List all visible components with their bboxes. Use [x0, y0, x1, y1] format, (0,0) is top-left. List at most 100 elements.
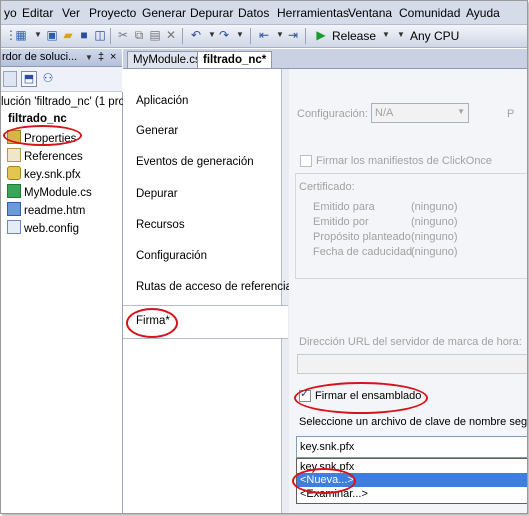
navigate-dropdown-icon[interactable]: ▼: [273, 28, 287, 42]
document-tabs: MyModule.cs filtrado_nc*: [123, 49, 527, 69]
save-all-icon[interactable]: ◫: [93, 28, 107, 42]
close-icon[interactable]: ×: [110, 51, 116, 63]
cert-expiry-value: (ninguno): [411, 246, 458, 258]
solution-configuration-select[interactable]: Release: [332, 29, 376, 43]
annotation-circle-sign-assembly: [294, 382, 428, 414]
tree-item-label: References: [24, 151, 83, 163]
references-folder-icon: [7, 148, 21, 162]
solution-explorer-title-text: rdor de soluci...: [2, 51, 78, 63]
nav-recursos[interactable]: Recursos: [136, 219, 185, 231]
paste-icon[interactable]: ▤: [148, 28, 162, 42]
cert-issued-to-value: (ninguno): [411, 201, 458, 213]
redo-icon[interactable]: ↷: [217, 28, 231, 42]
toolbar-separator: [250, 28, 251, 44]
nav-depurar[interactable]: Depurar: [136, 188, 178, 200]
menu-proyecto[interactable]: Proyecto: [89, 6, 136, 20]
menu-datos[interactable]: Datos: [238, 6, 269, 20]
menu-ventana[interactable]: Ventana: [348, 6, 392, 20]
menu-depurar[interactable]: Depurar: [190, 6, 233, 20]
add-item-icon[interactable]: ▣: [45, 28, 59, 42]
tree-item-webconfig[interactable]: web.config: [7, 220, 79, 235]
undo-icon[interactable]: ↶: [189, 28, 203, 42]
save-icon[interactable]: ■: [77, 28, 91, 42]
html-file-icon: [7, 202, 21, 216]
tree-item-references[interactable]: References: [7, 148, 83, 163]
window-dropdown-icon[interactable]: ▼: [85, 53, 93, 62]
class-diagram-icon[interactable]: ⚇: [41, 71, 55, 85]
key-file-icon: [7, 166, 21, 180]
toolbar-separator: [305, 28, 306, 44]
toolbar-separator: [182, 28, 183, 44]
new-project-icon[interactable]: ▦: [14, 28, 28, 42]
tree-item-readme[interactable]: readme.htm: [7, 202, 85, 217]
tab-filtrado-nc[interactable]: filtrado_nc*: [197, 51, 273, 68]
signing-page: Configuración: N/A ▼ P Firmar los manifi…: [289, 69, 527, 513]
configuration-dropdown-icon[interactable]: ▼: [379, 28, 393, 42]
configuration-value: N/A: [375, 107, 394, 119]
cert-issued-to-label: Emitido para: [313, 201, 375, 213]
tree-item-label: MyModule.cs: [24, 187, 92, 199]
dropdown-arrow-icon[interactable]: ▼: [31, 28, 45, 42]
certificate-label: Certificado:: [299, 181, 355, 193]
redo-dropdown-icon[interactable]: ▼: [233, 28, 247, 42]
project-properties: Aplicación Generar Eventos de generación…: [123, 69, 527, 513]
menu-ayuda[interactable]: Ayuda: [466, 6, 500, 20]
configuration-combo[interactable]: N/A ▼: [371, 103, 469, 123]
menu-herramientas[interactable]: Herramientas: [277, 6, 349, 20]
project-node[interactable]: filtrado_nc: [8, 113, 67, 125]
refresh-icon[interactable]: [3, 71, 17, 87]
platform-label: P: [507, 108, 515, 120]
menu-ver[interactable]: Ver: [62, 6, 80, 20]
annotation-circle-properties: [3, 125, 82, 146]
copy-icon[interactable]: ⧉: [132, 28, 146, 42]
menu-generar[interactable]: Generar: [142, 6, 186, 20]
delete-icon[interactable]: ✕: [164, 28, 178, 42]
cut-icon[interactable]: ✂: [116, 28, 130, 42]
cert-purpose-value: (ninguno): [411, 231, 458, 243]
keyfile-label: Seleccione un archivo de clave de nombre…: [299, 416, 528, 428]
pin-icon[interactable]: ‡: [98, 51, 104, 63]
cert-issued-by-value: (ninguno): [411, 216, 458, 228]
keyfile-combo[interactable]: key.snk.pfx: [296, 436, 527, 458]
open-folder-icon[interactable]: ▰: [61, 28, 75, 42]
show-all-files-icon[interactable]: ⬒: [21, 71, 37, 87]
solution-explorer-title: rdor de soluci... ▼ ‡ ×: [1, 49, 122, 67]
nav-eventos-generacion[interactable]: Eventos de generación: [136, 156, 254, 168]
cert-expiry-label: Fecha de caducidad: [313, 246, 413, 258]
annotation-circle-firma: [126, 308, 178, 338]
tree-item-mymodule[interactable]: MyModule.cs: [7, 184, 92, 199]
nav-rutas-referencia[interactable]: Rutas de acceso de referencia: [136, 281, 292, 293]
cert-purpose-label: Propósito planteado: [313, 231, 411, 243]
start-debug-icon[interactable]: ▶: [314, 28, 328, 42]
solution-platform-select[interactable]: Any CPU: [410, 29, 459, 43]
property-nav: Aplicación Generar Eventos de generación…: [123, 69, 292, 513]
configuration-label: Configuración:: [297, 108, 368, 120]
timestamp-url-input[interactable]: [297, 354, 527, 374]
ide-window: yo Editar Ver Proyecto Generar Depurar D…: [0, 0, 528, 514]
toolbar-separator: [110, 28, 111, 44]
tree-item-label: readme.htm: [24, 205, 86, 217]
chevron-down-icon: ▼: [457, 107, 465, 116]
menu-archivo[interactable]: yo: [4, 6, 17, 20]
tree-item-keyfile[interactable]: key.snk.pfx: [7, 166, 81, 181]
navigate-icon[interactable]: ⇤: [257, 28, 271, 42]
csharp-file-icon: [7, 184, 21, 198]
nav-configuracion[interactable]: Configuración: [136, 250, 207, 262]
keyfile-value: key.snk.pfx: [300, 441, 355, 453]
navigate-forward-icon[interactable]: ⇥: [286, 28, 300, 42]
menu-bar: yo Editar Ver Proyecto Generar Depurar D…: [1, 1, 527, 25]
timestamp-url-label: Dirección URL del servidor de marca de h…: [299, 336, 522, 348]
solution-tree: lución 'filtrado_nc' (1 pro filtrado_nc …: [1, 92, 125, 513]
tree-item-label: key.snk.pfx: [24, 169, 81, 181]
cert-issued-by-label: Emitido por: [313, 216, 369, 228]
nav-aplicacion[interactable]: Aplicación: [136, 95, 188, 107]
menu-editar[interactable]: Editar: [22, 6, 53, 20]
platform-dropdown-icon[interactable]: ▼: [394, 28, 408, 42]
nav-generar[interactable]: Generar: [136, 125, 178, 137]
config-file-icon: [7, 220, 21, 234]
solution-node[interactable]: lución 'filtrado_nc' (1 pro: [1, 96, 125, 108]
menu-comunidad[interactable]: Comunidad: [399, 6, 460, 20]
standard-toolbar: ⋮ ▦ ▼ ▣ ▰ ■ ◫ ✂ ⧉ ▤ ✕ ↶ ▼ ↷ ▼ ⇤ ▼ ⇥ ▶ Re…: [1, 25, 527, 48]
tab-mymodule[interactable]: MyModule.cs: [127, 51, 207, 68]
clickonce-checkbox[interactable]: [300, 155, 312, 167]
